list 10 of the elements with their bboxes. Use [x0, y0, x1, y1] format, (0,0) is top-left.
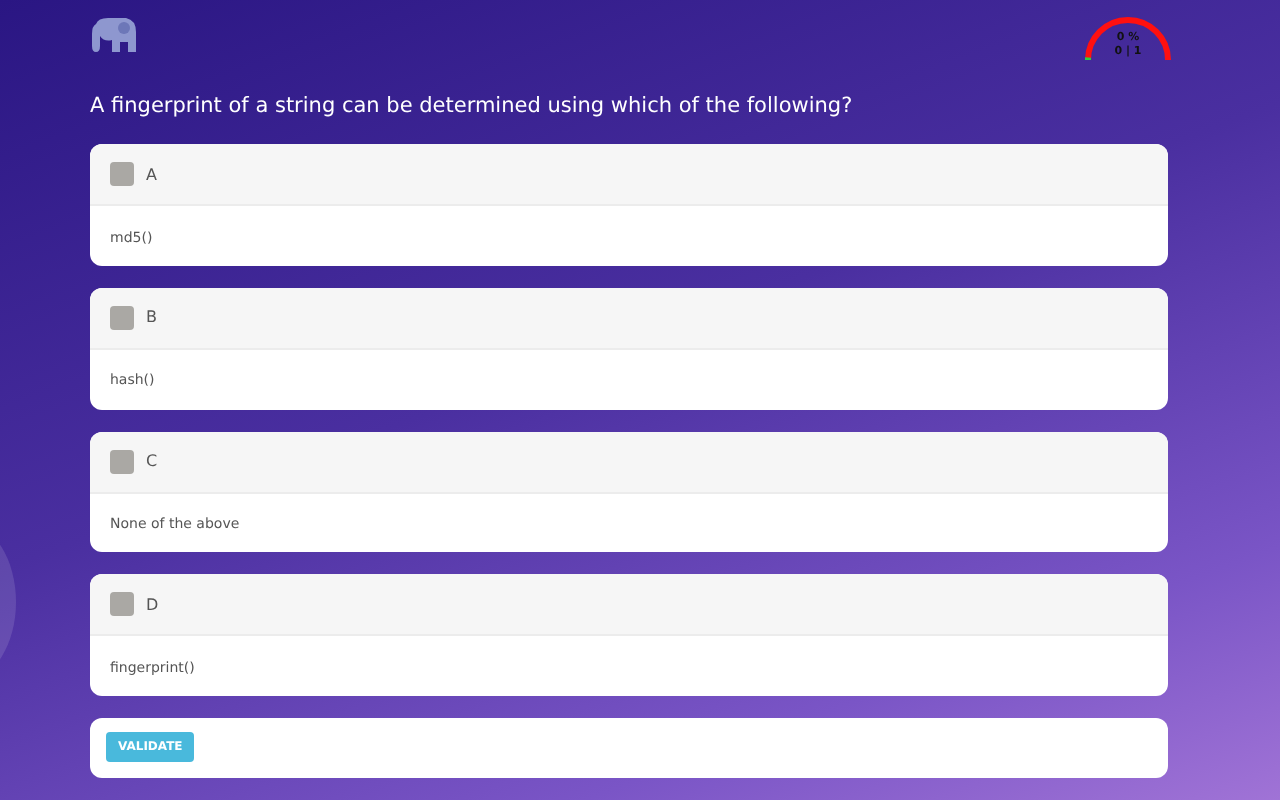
elephant-logo-icon	[90, 16, 138, 56]
checkbox[interactable]	[110, 305, 134, 330]
option-letter: A	[146, 165, 157, 184]
checkbox[interactable]	[110, 449, 134, 474]
option-letter: B	[146, 308, 157, 327]
option-letter: C	[146, 452, 158, 471]
checkbox[interactable]	[110, 162, 134, 187]
option-letter: D	[146, 595, 159, 614]
checkbox[interactable]	[110, 592, 134, 617]
question-text: A fingerprint of a string can be determined using which of the following?	[90, 94, 855, 119]
